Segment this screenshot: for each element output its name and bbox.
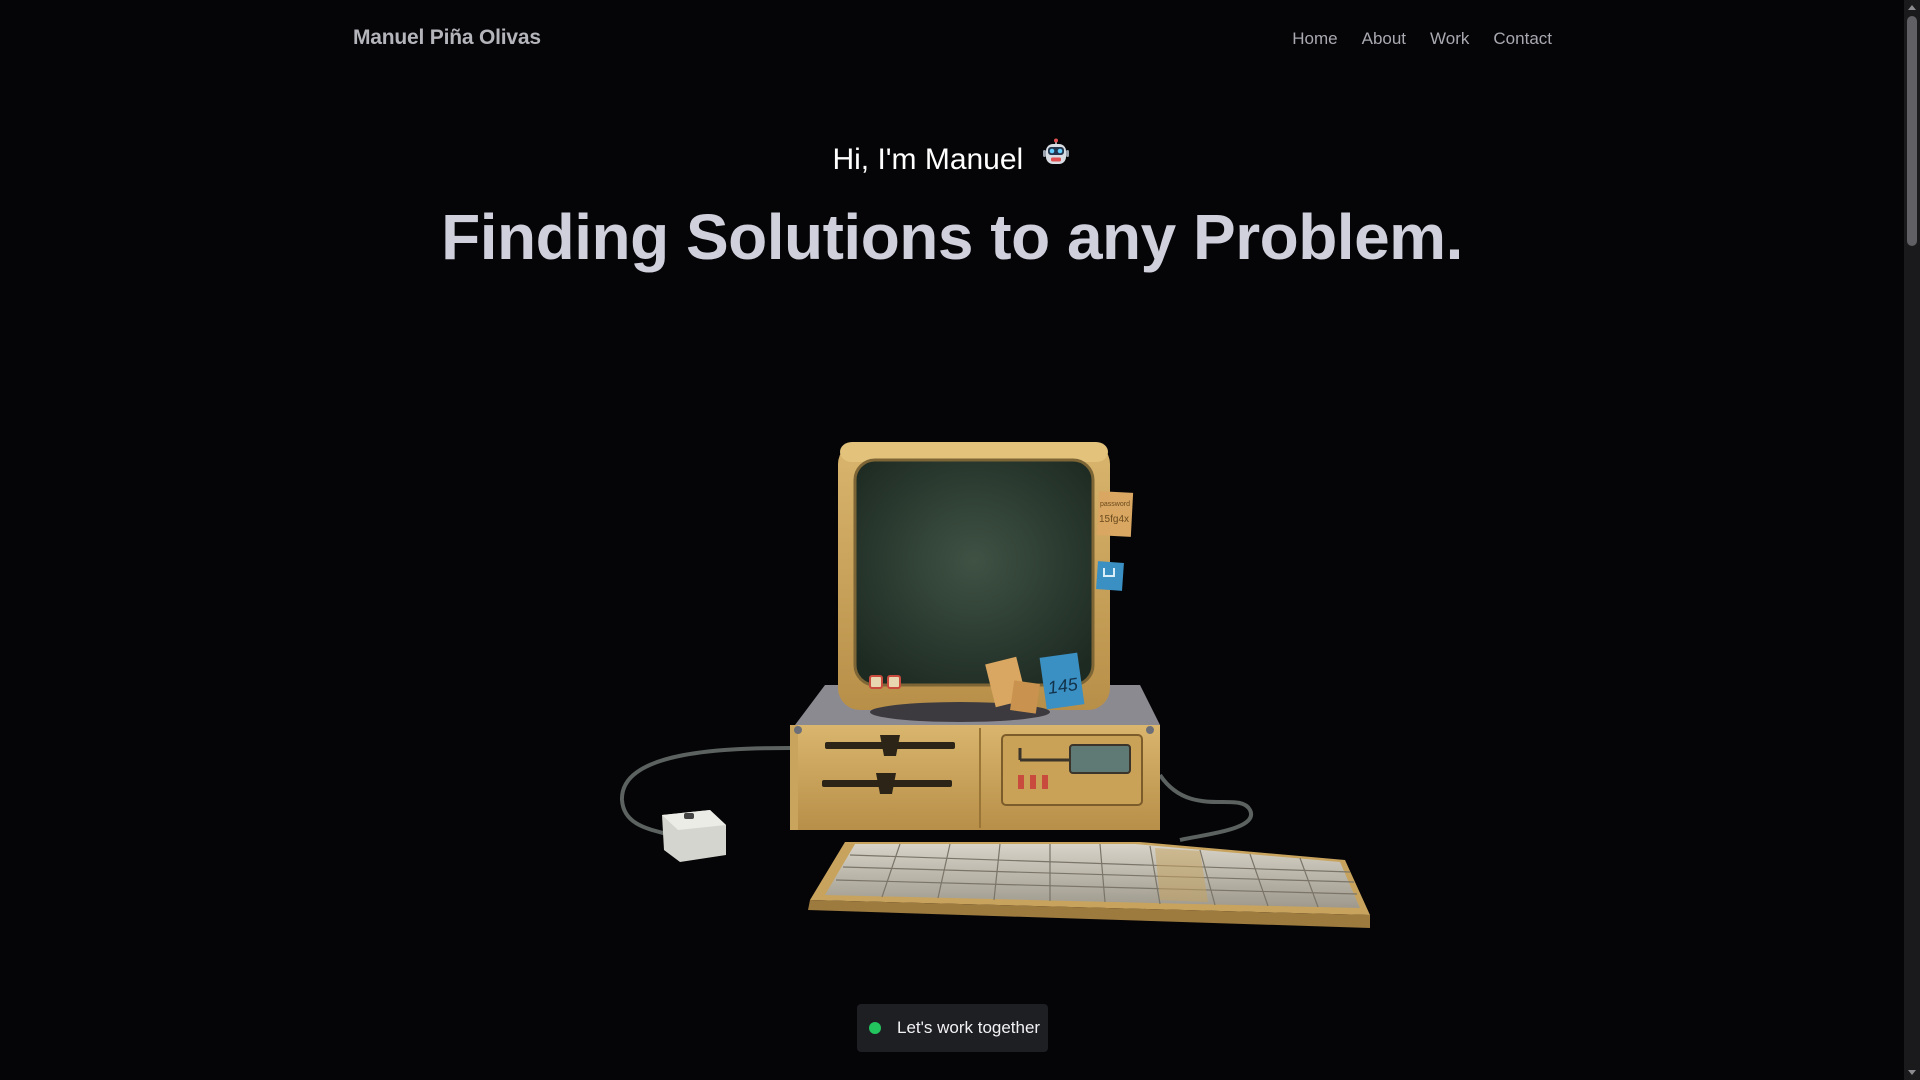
- svg-text:145: 145: [1046, 674, 1080, 698]
- sticky-note-145: 145: [1039, 652, 1085, 710]
- hero-greeting: Hi, I'm Manuel: [0, 138, 1904, 178]
- nav-work[interactable]: Work: [1430, 29, 1469, 49]
- status-dot-icon: [869, 1022, 881, 1034]
- monitor-illustration: password 15fg4x 145: [838, 442, 1134, 722]
- page: Manuel Piña Olivas Home About Work Conta…: [0, 0, 1920, 1080]
- svg-text:password: password: [1100, 501, 1130, 508]
- nav-about[interactable]: About: [1362, 29, 1406, 49]
- robot-emoji-icon: [1040, 138, 1072, 178]
- nav-contact[interactable]: Contact: [1493, 29, 1552, 49]
- page-scrollbar[interactable]: [1904, 0, 1920, 1080]
- keyboard-illustration: [808, 842, 1370, 928]
- lets-work-together-button[interactable]: Let's work together: [857, 1004, 1048, 1052]
- hero-headline: Finding Solutions to any Problem.: [441, 201, 1463, 273]
- retro-computer-illustration: password 15fg4x 145: [600, 430, 1400, 950]
- cta-label: Let's work together: [897, 1018, 1041, 1037]
- scrollbar-thumb[interactable]: [1907, 16, 1917, 246]
- scroll-down-icon[interactable]: [1908, 1070, 1916, 1075]
- nav-home[interactable]: Home: [1292, 29, 1337, 49]
- site-brand[interactable]: Manuel Piña Olivas: [353, 26, 541, 50]
- greeting-text: Hi, I'm Manuel: [832, 143, 1024, 176]
- main-nav: Home About Work Contact: [1292, 29, 1552, 49]
- scroll-up-icon[interactable]: [1908, 5, 1916, 10]
- sticky-note-password: password 15fg4x: [1096, 491, 1134, 537]
- mouse-illustration: [662, 810, 726, 862]
- svg-text:15fg4x: 15fg4x: [1099, 514, 1129, 525]
